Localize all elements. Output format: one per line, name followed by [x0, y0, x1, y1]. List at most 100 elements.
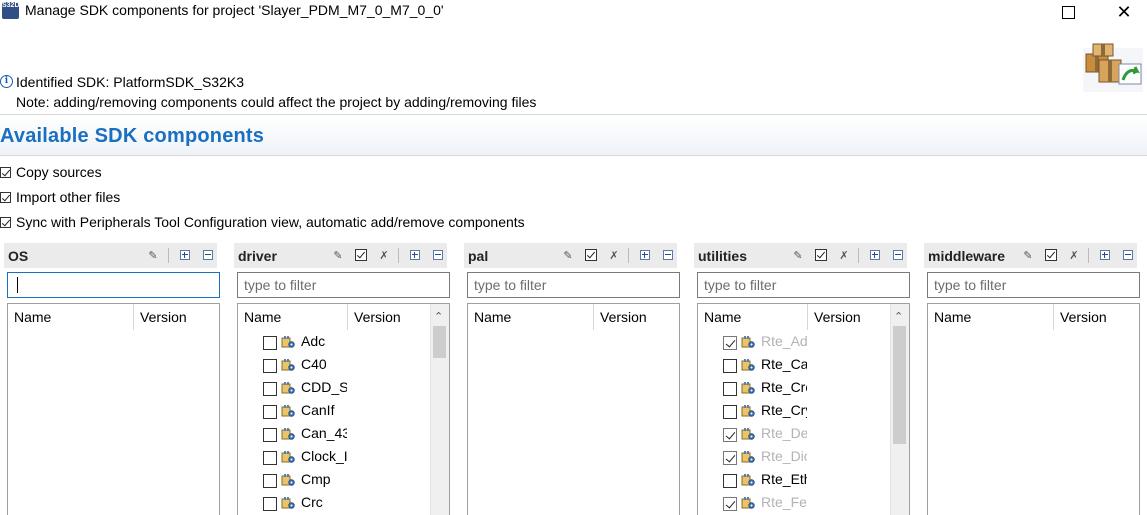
select-all-button[interactable] — [814, 248, 828, 262]
deselect-all-icon[interactable]: ✗ — [377, 248, 391, 262]
column-header-version[interactable]: Version — [140, 309, 187, 325]
collapse-all-button[interactable] — [201, 248, 215, 262]
list-item[interactable]: Adc — [238, 330, 428, 353]
sync-peripherals-option[interactable]: Sync with Peripherals Tool Configuration… — [0, 214, 525, 230]
expand-all-button[interactable] — [868, 248, 882, 262]
close-button[interactable]: ✕ — [1101, 0, 1147, 24]
component-checkbox[interactable] — [723, 428, 737, 442]
component-checkbox[interactable] — [263, 428, 277, 442]
component-checkbox[interactable] — [263, 405, 277, 419]
filter-input[interactable] — [7, 272, 220, 298]
deselect-all-icon[interactable]: ✗ — [607, 248, 621, 262]
plugin-icon — [741, 335, 755, 349]
select-all-button[interactable] — [584, 248, 598, 262]
component-label: Rte_De — [761, 425, 807, 441]
list-item[interactable]: Crc — [238, 491, 428, 514]
deselect-all-icon[interactable]: ✗ — [1067, 248, 1081, 262]
list-item[interactable]: Rte_Crc — [698, 376, 888, 399]
column-header-name[interactable]: Name — [704, 309, 741, 325]
component-checkbox[interactable] — [263, 497, 277, 511]
scroll-up-icon[interactable]: ⌃ — [894, 310, 903, 323]
expand-all-button[interactable] — [638, 248, 652, 262]
component-checkbox[interactable] — [723, 382, 737, 396]
edit-icon[interactable]: ✎ — [1021, 248, 1035, 262]
component-label: Cmp — [301, 471, 331, 487]
collapse-all-button[interactable] — [891, 248, 905, 262]
sync-peripherals-checkbox[interactable] — [0, 216, 11, 228]
vertical-scrollbar[interactable]: ⌃ — [890, 304, 909, 515]
list-item[interactable]: Rte_Ca — [698, 353, 888, 376]
copy-sources-option[interactable]: Copy sources — [0, 164, 102, 180]
list-item[interactable]: CanIf — [238, 399, 428, 422]
component-checkbox[interactable] — [263, 336, 277, 350]
list-item[interactable]: Clock_I — [238, 445, 428, 468]
plugin-icon — [281, 335, 295, 349]
edit-icon[interactable]: ✎ — [146, 248, 160, 262]
component-checkbox[interactable] — [263, 451, 277, 465]
list-item[interactable]: Rte_Dio — [698, 445, 888, 468]
column-header-version[interactable]: Version — [354, 309, 401, 325]
component-checkbox[interactable] — [723, 497, 737, 511]
column-header-version[interactable]: Version — [814, 309, 861, 325]
component-label: Rte_Ad — [761, 333, 807, 349]
table-rows: Adc C40 CDD_S CanIf Can_43 Clock_I Cmp C… — [238, 330, 428, 514]
component-label: Can_43 — [301, 425, 347, 441]
collapse-all-button[interactable] — [661, 248, 675, 262]
list-item[interactable]: Rte_Cry — [698, 399, 888, 422]
copy-sources-checkbox[interactable] — [0, 166, 11, 178]
component-checkbox[interactable] — [263, 382, 277, 396]
component-checkbox[interactable] — [723, 359, 737, 373]
column-header-name[interactable]: Name — [934, 309, 971, 325]
collapse-all-button[interactable] — [431, 248, 445, 262]
list-item[interactable]: Rte_Fe — [698, 491, 888, 514]
vertical-scrollbar[interactable]: ⌃ — [430, 304, 449, 515]
panel-OS: OS ✎ Name Version — [4, 243, 223, 515]
collapse-all-button[interactable] — [1121, 248, 1135, 262]
scroll-thumb[interactable] — [433, 326, 446, 358]
component-checkbox[interactable] — [263, 474, 277, 488]
column-header-version[interactable]: Version — [600, 309, 647, 325]
expand-all-button[interactable] — [1098, 248, 1112, 262]
deselect-all-icon[interactable]: ✗ — [837, 248, 851, 262]
edit-icon[interactable]: ✎ — [331, 248, 345, 262]
component-checkbox[interactable] — [723, 405, 737, 419]
sync-peripherals-label: Sync with Peripherals Tool Configuration… — [16, 214, 525, 230]
scroll-thumb[interactable] — [893, 326, 906, 444]
expand-all-button[interactable] — [408, 248, 422, 262]
expand-all-button[interactable] — [178, 248, 192, 262]
panel-header: middleware ✎ ✗ — [924, 243, 1137, 268]
select-all-button[interactable] — [1044, 248, 1058, 262]
import-other-files-checkbox[interactable] — [0, 191, 11, 203]
import-other-files-option[interactable]: Import other files — [0, 189, 120, 205]
select-all-button[interactable] — [354, 248, 368, 262]
filter-input[interactable] — [237, 272, 450, 298]
filter-input[interactable] — [467, 272, 680, 298]
list-item[interactable]: Cmp — [238, 468, 428, 491]
column-header-name[interactable]: Name — [244, 309, 281, 325]
scroll-up-icon[interactable]: ⌃ — [434, 310, 443, 323]
list-item[interactable]: Rte_Eth — [698, 468, 888, 491]
panel-pal: pal ✎ ✗ Name Version — [464, 243, 683, 515]
filter-input[interactable] — [927, 272, 1140, 298]
edit-icon[interactable]: ✎ — [561, 248, 575, 262]
plugin-icon — [741, 381, 755, 395]
list-item[interactable]: Rte_Ad — [698, 330, 888, 353]
edit-icon[interactable]: ✎ — [791, 248, 805, 262]
maximize-button[interactable] — [1045, 0, 1091, 24]
panel-middleware: middleware ✎ ✗ Name Version — [924, 243, 1143, 515]
column-header-name[interactable]: Name — [14, 309, 51, 325]
list-item[interactable]: C40 — [238, 353, 428, 376]
component-checkbox[interactable] — [723, 474, 737, 488]
filter-input[interactable] — [697, 272, 910, 298]
component-checkbox[interactable] — [263, 359, 277, 373]
list-item[interactable]: Rte_De — [698, 422, 888, 445]
divider — [0, 155, 1147, 156]
list-item[interactable]: Can_43 — [238, 422, 428, 445]
panel-utilities: utilities ✎ ✗ Name Version — [694, 243, 913, 515]
column-header-version[interactable]: Version — [1060, 309, 1107, 325]
component-checkbox[interactable] — [723, 451, 737, 465]
component-checkbox[interactable] — [723, 336, 737, 350]
window-title: Manage SDK components for project 'Slaye… — [25, 2, 444, 18]
column-header-name[interactable]: Name — [474, 309, 511, 325]
list-item[interactable]: CDD_S — [238, 376, 428, 399]
